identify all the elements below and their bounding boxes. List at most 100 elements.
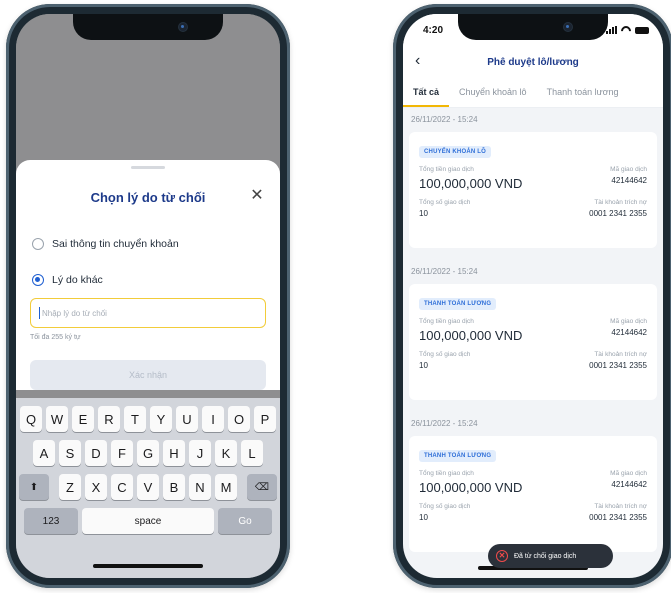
key-p[interactable]: P bbox=[254, 406, 276, 432]
transaction-card[interactable]: CHUYỂN KHOẢN LÔ Tổng tiền giao dịch 100,… bbox=[409, 132, 657, 248]
tab-bar: Tất cả Chuyển khoản lô Thanh toán lương bbox=[403, 78, 663, 108]
type-badge: THANH TOÁN LƯƠNG bbox=[419, 298, 497, 310]
count-label: Tổng số giao dịch bbox=[419, 199, 471, 206]
count-value: 10 bbox=[419, 361, 428, 370]
key-u[interactable]: U bbox=[176, 406, 198, 432]
type-badge: THANH TOÁN LƯƠNG bbox=[419, 450, 497, 462]
rejected-toast: ✕ Đã từ chối giao dịch bbox=[488, 544, 613, 568]
key-f[interactable]: F bbox=[111, 440, 133, 466]
reject-reason-sheet: Chọn lý do từ chối ✕ Sai thông tin chuyể… bbox=[16, 160, 280, 390]
count-label: Tổng số giao dịch bbox=[419, 503, 471, 510]
error-circle-icon: ✕ bbox=[496, 550, 508, 562]
account-value: 0001 2341 2355 bbox=[589, 361, 647, 370]
keyboard-row-2: A S D F G H J K L bbox=[16, 440, 280, 466]
key-w[interactable]: W bbox=[46, 406, 68, 432]
keyboard-row-1: Q W E R T Y U I O P bbox=[16, 406, 280, 432]
keyboard-row-4: 123 space Go bbox=[16, 508, 280, 534]
amount-label: Tổng tiền giao dịch bbox=[419, 166, 474, 173]
code-block: Mã giao dịch 42144642 bbox=[610, 318, 647, 343]
account-block: Tài khoản trích nợ 0001 2341 2355 bbox=[589, 351, 647, 370]
key-q[interactable]: Q bbox=[20, 406, 42, 432]
amount-value: 100,000,000 VND bbox=[419, 176, 523, 191]
code-block: Mã giao dịch 42144642 bbox=[610, 166, 647, 191]
card-row: Tổng số giao dịch 10 Tài khoản trích nợ … bbox=[419, 351, 647, 370]
group-date: 26/11/2022 - 15:24 bbox=[411, 419, 478, 428]
go-key[interactable]: Go bbox=[218, 508, 272, 534]
key-a[interactable]: A bbox=[33, 440, 55, 466]
key-n[interactable]: N bbox=[189, 474, 211, 500]
key-j[interactable]: J bbox=[189, 440, 211, 466]
shift-icon[interactable]: ⬆ bbox=[19, 474, 49, 500]
key-m[interactable]: M bbox=[215, 474, 237, 500]
key-t[interactable]: T bbox=[124, 406, 146, 432]
battery-icon bbox=[635, 26, 649, 34]
account-block: Tài khoản trích nợ 0001 2341 2355 bbox=[589, 199, 647, 218]
transaction-feed: 26/11/2022 - 15:24 CHUYỂN KHOẢN LÔ Tổng … bbox=[403, 108, 663, 564]
account-label: Tài khoản trích nợ bbox=[594, 199, 647, 206]
key-b[interactable]: B bbox=[163, 474, 185, 500]
status-time: 4:20 bbox=[423, 25, 444, 36]
account-label: Tài khoản trích nợ bbox=[594, 351, 647, 358]
key-c[interactable]: C bbox=[111, 474, 133, 500]
camera-icon bbox=[179, 23, 187, 31]
group-date: 26/11/2022 - 15:24 bbox=[411, 267, 478, 276]
key-o[interactable]: O bbox=[228, 406, 250, 432]
confirm-button[interactable]: Xác nhận bbox=[30, 360, 266, 390]
radio-selected-icon[interactable] bbox=[32, 274, 44, 286]
key-k[interactable]: K bbox=[215, 440, 237, 466]
reason-option-other[interactable]: Lý do khác bbox=[32, 274, 103, 286]
amount-block: Tổng tiền giao dịch 100,000,000 VND bbox=[419, 166, 522, 191]
amount-block: Tổng tiền giao dịch 100,000,000 VND bbox=[419, 318, 522, 343]
key-z[interactable]: Z bbox=[59, 474, 81, 500]
key-r[interactable]: R bbox=[98, 406, 120, 432]
amount-label: Tổng tiền giao dịch bbox=[419, 318, 474, 325]
delete-icon[interactable]: ⌫ bbox=[247, 474, 277, 500]
transaction-card[interactable]: THANH TOÁN LƯƠNG Tổng tiền giao dịch 100… bbox=[409, 284, 657, 400]
card-row: Tổng tiền giao dịch 100,000,000 VND Mã g… bbox=[419, 318, 647, 343]
toast-text: Đã từ chối giao dịch bbox=[514, 552, 577, 560]
reason-option-wrong-info[interactable]: Sai thông tin chuyển khoản bbox=[32, 238, 179, 250]
phone-right: 4:20 ‹ Phê duyệt lô/lương Tất cả Chuyển … bbox=[393, 4, 671, 588]
signal-icon bbox=[606, 26, 617, 34]
key-g[interactable]: G bbox=[137, 440, 159, 466]
amount-value: 100,000,000 VND bbox=[419, 480, 523, 495]
reason-input[interactable]: Nhập lý do từ chối bbox=[30, 298, 266, 328]
transaction-card[interactable]: THANH TOÁN LƯƠNG Tổng tiền giao dịch 100… bbox=[409, 436, 657, 552]
count-value: 10 bbox=[419, 513, 428, 522]
key-l[interactable]: L bbox=[241, 440, 263, 466]
text-caret bbox=[39, 307, 40, 319]
space-key[interactable]: space bbox=[82, 508, 214, 534]
close-icon[interactable]: ✕ bbox=[248, 187, 266, 205]
group-date: 26/11/2022 - 15:24 bbox=[411, 115, 478, 124]
tab-all[interactable]: Tất cả bbox=[403, 78, 450, 107]
reason-option-label: Lý do khác bbox=[52, 274, 103, 286]
card-row: Tổng tiền giao dịch 100,000,000 VND Mã g… bbox=[419, 470, 647, 495]
key-i[interactable]: I bbox=[202, 406, 224, 432]
phone-left-screen: Chọn lý do từ chối ✕ Sai thông tin chuyể… bbox=[16, 14, 280, 578]
key-e[interactable]: E bbox=[72, 406, 94, 432]
card-row: Tổng tiền giao dịch 100,000,000 VND Mã g… bbox=[419, 166, 647, 191]
account-value: 0001 2341 2355 bbox=[589, 209, 647, 218]
phone-right-screen: 4:20 ‹ Phê duyệt lô/lương Tất cả Chuyển … bbox=[403, 14, 663, 578]
numbers-key[interactable]: 123 bbox=[24, 508, 78, 534]
notch bbox=[458, 14, 608, 40]
radio-unselected-icon[interactable] bbox=[32, 238, 44, 250]
key-s[interactable]: S bbox=[59, 440, 81, 466]
key-d[interactable]: D bbox=[85, 440, 107, 466]
key-x[interactable]: X bbox=[85, 474, 107, 500]
mockup-stage: Chọn lý do từ chối ✕ Sai thông tin chuyể… bbox=[0, 0, 671, 593]
status-icons bbox=[606, 26, 649, 34]
count-block: Tổng số giao dịch 10 bbox=[419, 351, 470, 370]
reason-option-label: Sai thông tin chuyển khoản bbox=[52, 238, 179, 250]
nav-bar: ‹ Phê duyệt lô/lương bbox=[403, 44, 663, 78]
code-label: Mã giao dịch bbox=[610, 470, 647, 477]
key-v[interactable]: V bbox=[137, 474, 159, 500]
key-h[interactable]: H bbox=[163, 440, 185, 466]
phone-left: Chọn lý do từ chối ✕ Sai thông tin chuyể… bbox=[6, 4, 290, 588]
tab-payroll[interactable]: Thanh toán lương bbox=[537, 78, 629, 107]
key-y[interactable]: Y bbox=[150, 406, 172, 432]
sheet-grabber[interactable] bbox=[131, 166, 165, 169]
count-block: Tổng số giao dịch 10 bbox=[419, 503, 470, 522]
tab-batch-transfer[interactable]: Chuyển khoản lô bbox=[449, 78, 537, 107]
code-value: 42144642 bbox=[611, 176, 647, 185]
